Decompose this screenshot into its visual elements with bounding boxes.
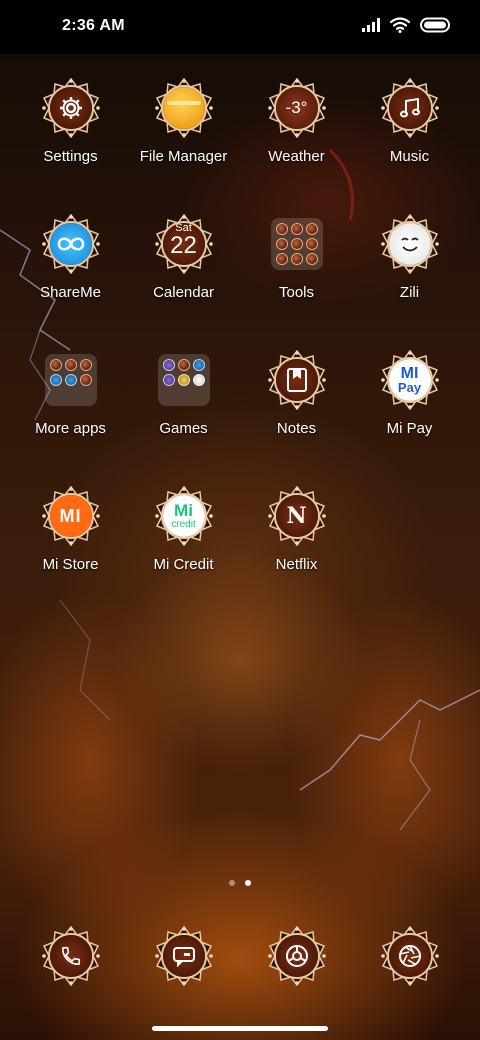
calendar-icon: Sat 22 <box>162 223 205 265</box>
folder-tools[interactable]: Tools <box>240 214 353 301</box>
folder-more-apps[interactable]: More apps <box>14 350 127 437</box>
app-netflix[interactable]: N Netflix <box>240 486 353 573</box>
app-label: ShareMe <box>40 284 101 301</box>
app-label: Tools <box>278 284 315 301</box>
app-label: Weather <box>268 148 325 165</box>
phone-icon <box>49 935 92 977</box>
app-label: File Manager <box>139 148 228 165</box>
status-icons <box>362 16 450 38</box>
page-dot-active <box>245 880 251 886</box>
mi-pay-logo-bottom: Pay <box>397 380 422 395</box>
home-screen: 2:36 AM Settings File Manager -3° Weathe… <box>0 0 480 1040</box>
app-music[interactable]: Music <box>353 78 466 165</box>
mi-credit-logo-bottom: credit <box>171 518 196 530</box>
message-icon <box>162 935 205 977</box>
browser-icon <box>275 935 318 977</box>
cellular-signal-icon <box>362 17 380 37</box>
dock-browser[interactable] <box>240 926 353 986</box>
app-notes[interactable]: Notes <box>240 350 353 437</box>
app-label: Mi Credit <box>153 556 214 573</box>
app-zili[interactable]: Zili <box>353 214 466 301</box>
netflix-icon: N <box>275 495 318 537</box>
battery-icon <box>420 17 450 38</box>
notes-icon <box>275 359 318 401</box>
app-mi-pay[interactable]: MI Pay Mi Pay <box>353 350 466 437</box>
app-file-manager[interactable]: File Manager <box>127 78 240 165</box>
page-indicator[interactable] <box>0 880 480 886</box>
wifi-icon <box>389 16 411 38</box>
folder-icon <box>162 87 205 129</box>
folder-games[interactable]: Games <box>127 350 240 437</box>
app-label: Netflix <box>275 556 318 573</box>
zili-icon <box>388 223 431 265</box>
netflix-logo: N <box>286 503 307 529</box>
mi-credit-icon: Mi credit <box>162 495 205 537</box>
mi-store-icon: MI <box>49 495 92 537</box>
app-label: More apps <box>35 420 106 437</box>
folder-icon <box>44 354 97 406</box>
app-label: Mi Store <box>42 556 99 573</box>
camera-icon <box>388 935 431 977</box>
status-time: 2:36 AM <box>62 17 125 34</box>
app-mi-credit[interactable]: Mi credit Mi Credit <box>127 486 240 573</box>
gear-icon <box>49 87 92 129</box>
home-indicator-bar[interactable] <box>152 1026 328 1031</box>
music-note-icon <box>388 87 431 129</box>
dock-messages[interactable] <box>127 926 240 986</box>
app-calendar[interactable]: Sat 22 Calendar <box>127 214 240 301</box>
app-settings[interactable]: Settings <box>14 78 127 165</box>
page-dot <box>229 880 235 886</box>
mi-store-logo: MI <box>59 505 82 526</box>
app-mi-store[interactable]: MI Mi Store <box>14 486 127 573</box>
app-label: Music <box>389 148 430 165</box>
shareme-icon <box>49 223 92 265</box>
weather-temperature: -3° <box>285 98 308 117</box>
app-label: Settings <box>43 148 98 165</box>
app-shareme[interactable]: ShareMe <box>14 214 127 301</box>
mi-credit-logo-top: Mi <box>174 500 193 520</box>
dock-phone[interactable] <box>14 926 127 986</box>
weather-icon: -3° <box>275 87 318 129</box>
status-bar: 2:36 AM <box>0 0 480 54</box>
folder-icon <box>157 354 210 406</box>
mi-pay-icon: MI Pay <box>388 359 431 401</box>
calendar-date: 22 <box>170 232 197 259</box>
mi-pay-logo-top: MI <box>400 365 419 382</box>
folder-icon <box>270 218 323 270</box>
app-label: Zili <box>399 284 420 301</box>
app-label: Mi Pay <box>386 420 433 437</box>
app-weather[interactable]: -3° Weather <box>240 78 353 165</box>
app-label: Notes <box>276 420 317 437</box>
dock-camera[interactable] <box>353 926 466 986</box>
app-label: Games <box>159 420 208 437</box>
app-label: Calendar <box>153 284 214 301</box>
